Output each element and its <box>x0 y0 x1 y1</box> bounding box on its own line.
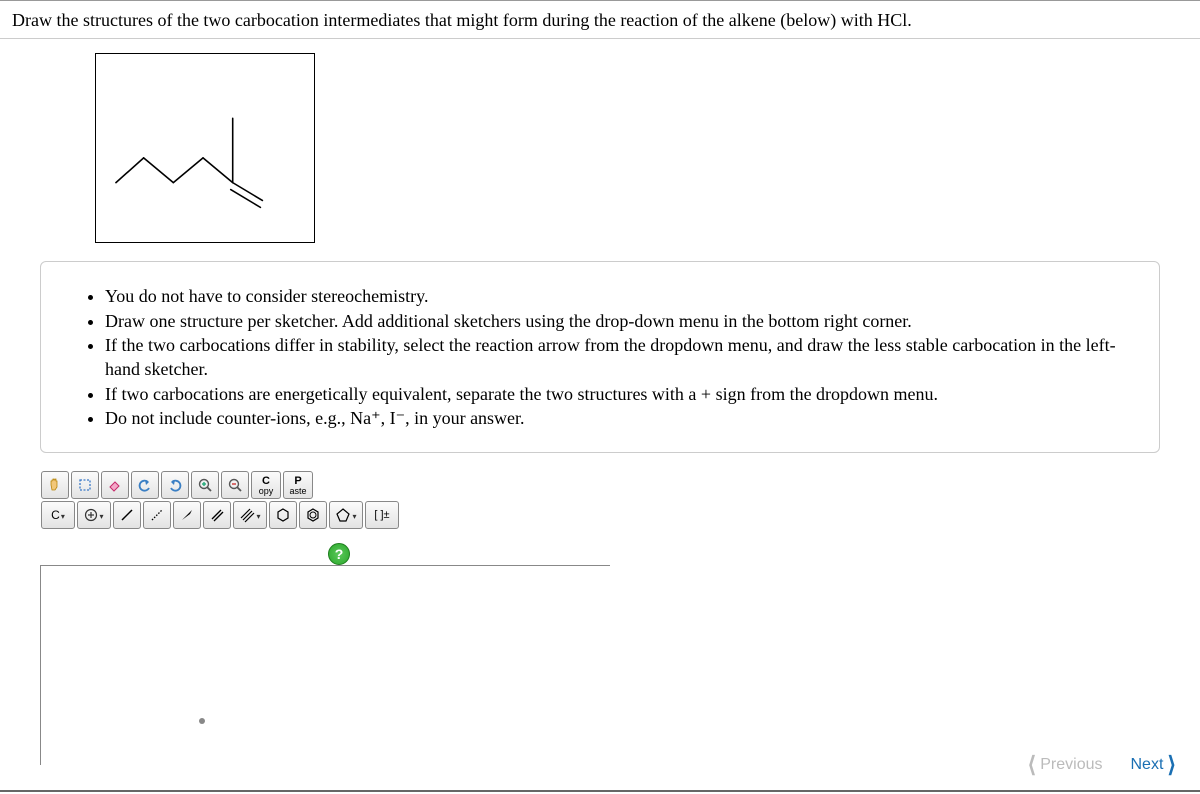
redo-icon[interactable] <box>161 471 189 499</box>
toolbar-bottom: C [ ]± <box>40 501 610 529</box>
cyclopentane-icon[interactable] <box>329 501 363 529</box>
drawing-canvas[interactable] <box>40 565 610 765</box>
chevron-right-icon: ⟩ <box>1167 752 1176 778</box>
undo-icon[interactable] <box>131 471 159 499</box>
alkene-structure-image <box>95 53 315 243</box>
benzene-icon[interactable] <box>299 501 327 529</box>
zoom-in-icon[interactable] <box>191 471 219 499</box>
canvas-cursor-dot <box>199 718 205 724</box>
instruction-item: You do not have to consider stereochemis… <box>105 284 1135 308</box>
chevron-left-icon: ⟨ <box>1028 752 1037 778</box>
hand-tool-icon[interactable] <box>41 471 69 499</box>
navigation-footer: ⟨ Previous Next ⟩ <box>1028 752 1176 778</box>
paste-button[interactable]: P aste <box>283 471 313 499</box>
next-button[interactable]: Next ⟩ <box>1131 752 1177 778</box>
bracket-charge-icon[interactable]: [ ]± <box>365 501 399 529</box>
instruction-item: Do not include counter-ions, e.g., Na⁺, … <box>105 406 1135 430</box>
double-bond-icon[interactable] <box>203 501 231 529</box>
instruction-item: If two carbocations are energetically eq… <box>105 382 1135 406</box>
cyclohexane-icon[interactable] <box>269 501 297 529</box>
single-bond-icon[interactable] <box>113 501 141 529</box>
help-button[interactable]: ? <box>328 543 350 565</box>
eraser-tool-icon[interactable] <box>101 471 129 499</box>
wedge-bond-icon[interactable] <box>173 501 201 529</box>
dashed-bond-icon[interactable] <box>143 501 171 529</box>
charge-picker[interactable] <box>77 501 111 529</box>
copy-button[interactable]: C opy <box>251 471 281 499</box>
previous-button: ⟨ Previous <box>1028 752 1103 778</box>
question-prompt: Draw the structures of the two carbocati… <box>0 1 1200 39</box>
instruction-item: If the two carbocations differ in stabil… <box>105 333 1135 382</box>
toolbar-top: C opy P aste <box>40 471 610 499</box>
zoom-out-icon[interactable] <box>221 471 249 499</box>
triple-bond-icon[interactable] <box>233 501 267 529</box>
instruction-item: Draw one structure per sketcher. Add add… <box>105 309 1135 333</box>
footer-divider <box>0 790 1200 792</box>
instructions-panel: You do not have to consider stereochemis… <box>40 261 1160 453</box>
sketcher-widget: C opy P aste C [ ]± ? <box>40 471 610 765</box>
element-picker[interactable]: C <box>41 501 75 529</box>
lasso-tool-icon[interactable] <box>71 471 99 499</box>
